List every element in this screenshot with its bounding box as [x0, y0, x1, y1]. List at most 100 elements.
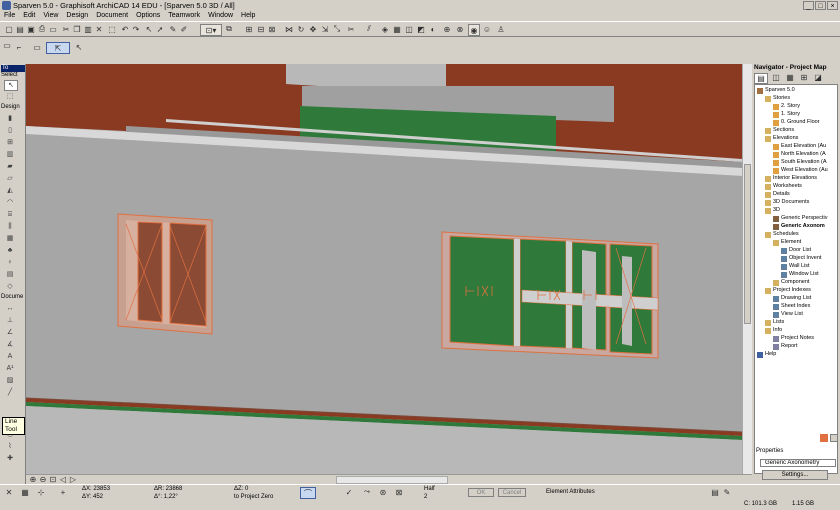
tree-item[interactable]: North Elevation (A: [773, 151, 826, 158]
dimension-tool-icon[interactable]: ↔: [4, 304, 16, 313]
radial-dim-tool-icon[interactable]: ∠: [4, 328, 16, 337]
label-tool-icon[interactable]: A¹: [4, 364, 16, 373]
section-icon[interactable]: ◫: [404, 24, 414, 34]
menu-edit[interactable]: Edit: [19, 11, 39, 21]
pointer-icon[interactable]: ↖: [144, 24, 154, 34]
pointer-small-icon[interactable]: ↖: [74, 42, 84, 52]
grid-snap-icon[interactable]: ▦: [20, 487, 30, 497]
next-zoom-icon[interactable]: ▷: [68, 475, 78, 484]
maximize-button[interactable]: □: [815, 1, 826, 10]
tree-item[interactable]: West Elevation (Au: [773, 167, 828, 174]
tree-item[interactable]: Details: [765, 191, 790, 198]
tree-item[interactable]: East Elevation (Au: [773, 143, 826, 150]
3d-view-icon[interactable]: ◈: [380, 24, 390, 34]
orbit-icon[interactable]: ◉: [468, 24, 480, 36]
align-icon[interactable]: ⊞: [244, 24, 254, 34]
viewport-horizontal-scrollbar[interactable]: [336, 476, 448, 484]
info-icon[interactable]: ✕: [4, 487, 14, 497]
3d-viewport[interactable]: [26, 64, 742, 474]
elevation-tool-icon[interactable]: ⊠: [267, 24, 277, 34]
menu-help[interactable]: Help: [237, 11, 259, 21]
railing-tool-icon[interactable]: ⫼: [4, 222, 16, 231]
close-button[interactable]: ×: [827, 1, 838, 10]
explore-icon[interactable]: ☺: [482, 24, 492, 34]
gravity-icon[interactable]: ✓: [344, 487, 354, 497]
undo-icon[interactable]: ↶: [120, 24, 130, 34]
redo-icon[interactable]: ↷: [131, 24, 141, 34]
stretch-icon[interactable]: ⇲: [320, 24, 330, 34]
zoom-in-icon[interactable]: ⊕: [28, 475, 38, 484]
tree-item[interactable]: Schedules: [765, 231, 799, 238]
delete-icon[interactable]: ✕: [94, 24, 104, 34]
cut-icon[interactable]: ✂: [61, 24, 71, 34]
roof-tool-icon[interactable]: ◭: [4, 186, 16, 195]
stair-tool-icon[interactable]: ⌸: [4, 210, 16, 219]
3d-model-canvas[interactable]: [26, 64, 742, 474]
detail-icon[interactable]: ◩: [416, 24, 426, 34]
select-all-icon[interactable]: ⬚: [107, 24, 117, 34]
new-file-icon[interactable]: ▢: [4, 24, 14, 34]
project-map-tree[interactable]: Sparven 5.0 Stories 2. Story 1. Story 0. Gro…: [754, 84, 838, 474]
tree-item[interactable]: Generic Axonom: [773, 223, 825, 230]
zoom-out-icon[interactable]: ⊖: [38, 475, 48, 484]
navigate-icon[interactable]: ⊗: [455, 24, 465, 34]
relative-construct-icon[interactable]: +: [58, 487, 68, 497]
tree-item[interactable]: Window List: [781, 271, 819, 278]
tree-item[interactable]: Info: [765, 327, 782, 334]
copy-icon[interactable]: ❐: [72, 24, 82, 34]
tree-item[interactable]: Sections: [765, 127, 794, 134]
level-dim-tool-icon[interactable]: ⊥: [4, 316, 16, 325]
group-icon[interactable]: ⧉: [224, 24, 234, 34]
layer-combination-icon[interactable]: ⊡▾: [200, 24, 222, 36]
menu-options[interactable]: Options: [132, 11, 164, 21]
guide-line-icon[interactable]: ⤳: [362, 487, 372, 497]
drag-icon[interactable]: ✥: [308, 24, 318, 34]
shell-tool-icon[interactable]: ◠: [4, 198, 16, 207]
snap-guides-icon[interactable]: ⊹: [36, 487, 46, 497]
lock-icon[interactable]: ▭: [2, 40, 12, 50]
tree-item[interactable]: Project Indexes: [765, 287, 811, 294]
zoom-icon[interactable]: ⊕: [442, 24, 452, 34]
print-icon[interactable]: ⎙: [37, 24, 47, 34]
plot-icon[interactable]: ▭: [48, 24, 58, 34]
window-right[interactable]: [441, 231, 659, 359]
wall-tool-icon[interactable]: ▮: [4, 114, 16, 123]
paste-icon[interactable]: ▥: [83, 24, 93, 34]
arc-tool-icon[interactable]: ◡: [4, 430, 16, 439]
tree-item[interactable]: Interior Elevations: [765, 175, 817, 182]
method-selected-icon[interactable]: ⇱: [46, 42, 70, 54]
window-tool-icon[interactable]: ⊞: [4, 138, 16, 147]
tree-item[interactable]: Drawing List: [773, 295, 811, 302]
menu-window[interactable]: Window: [204, 11, 237, 21]
tree-item[interactable]: Help: [757, 351, 776, 358]
tree-item[interactable]: 0. Ground Floor: [773, 119, 820, 126]
window-left[interactable]: [117, 213, 213, 335]
tree-item[interactable]: 3D Documents: [765, 199, 809, 206]
layout-book-tab-icon[interactable]: ▦: [784, 73, 796, 82]
floor-plan-icon[interactable]: ▦: [392, 24, 402, 34]
tree-item[interactable]: 3D: [765, 207, 780, 214]
lamp-tool-icon[interactable]: ♀: [4, 258, 16, 267]
project-map-tab-icon[interactable]: ▤: [754, 73, 768, 84]
split-icon[interactable]: ⫽: [364, 24, 374, 34]
tree-item[interactable]: Elevations: [765, 135, 798, 142]
method-line-icon[interactable]: ⌐: [14, 42, 24, 52]
fit-window-icon[interactable]: ⊡: [48, 475, 58, 484]
method-rect-icon[interactable]: ▭: [32, 42, 42, 52]
fill-tool-icon[interactable]: ▨: [4, 376, 16, 385]
eyedropper-icon[interactable]: ✎: [168, 24, 178, 34]
beam-tool-icon[interactable]: ▰: [4, 162, 16, 171]
tree-item[interactable]: Generic Perspectiv: [773, 215, 827, 222]
mesh-tool-icon[interactable]: ◇: [4, 282, 16, 291]
viewport-vertical-scrollbar[interactable]: [742, 64, 752, 474]
element-attributes-dropdown[interactable]: Element Attributes: [546, 489, 595, 496]
hotspot-tool-icon[interactable]: ✚: [4, 454, 16, 463]
tree-item[interactable]: 1. Story: [773, 111, 800, 118]
curtain-wall-tool-icon[interactable]: ▦: [4, 234, 16, 243]
snap-points-icon[interactable]: ⊛: [378, 487, 388, 497]
cursor-snap-icon[interactable]: ⊠: [394, 487, 404, 497]
trim-icon[interactable]: ✂: [346, 24, 356, 34]
view-map-tab-icon[interactable]: ◫: [770, 73, 782, 82]
resize-icon[interactable]: ⤡: [332, 24, 342, 34]
arrow-icon[interactable]: ➚: [155, 24, 165, 34]
